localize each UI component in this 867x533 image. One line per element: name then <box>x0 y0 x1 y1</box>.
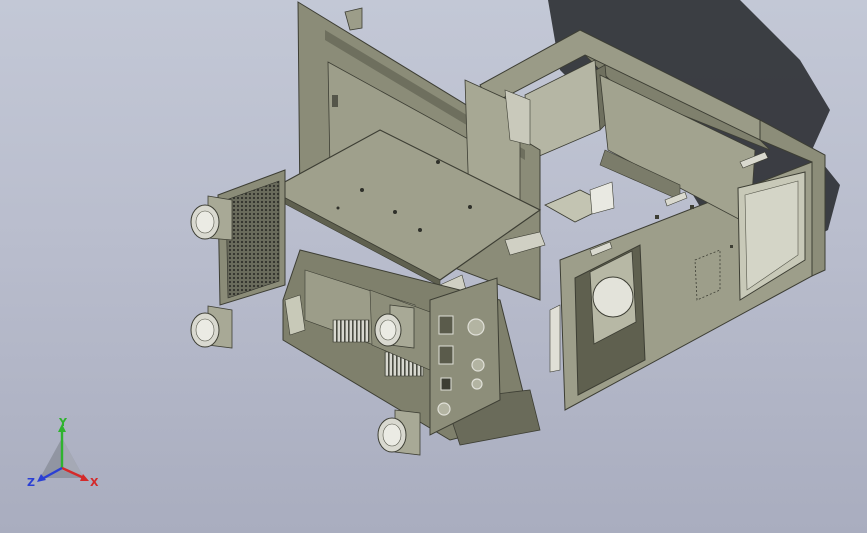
leveling-foot-1[interactable] <box>190 195 233 241</box>
model-viewport[interactable]: Y X Z <box>0 0 867 533</box>
y-axis-label: Y <box>58 418 68 429</box>
leveling-foot-2[interactable] <box>190 305 233 349</box>
x-axis-label: X <box>90 476 99 489</box>
leveling-foot-4[interactable] <box>377 409 421 456</box>
coordinate-triad: Y X Z <box>27 418 99 489</box>
z-axis-label: Z <box>27 476 35 489</box>
assembly-render[interactable] <box>0 0 867 533</box>
